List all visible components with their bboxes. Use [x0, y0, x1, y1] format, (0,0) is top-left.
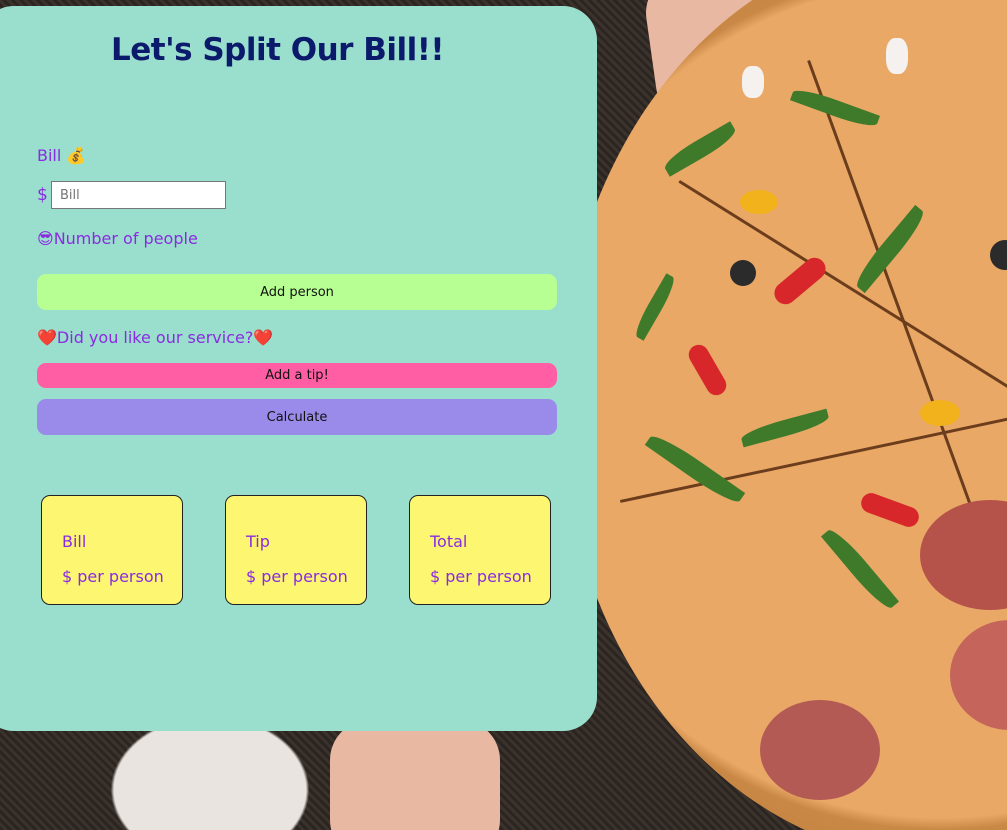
bill-input[interactable]	[51, 181, 226, 209]
bill-label: Bill 💰	[37, 146, 86, 165]
calculate-button[interactable]: Calculate	[37, 399, 557, 435]
bill-per-person-box: Bill $ per person	[41, 495, 183, 605]
pizza-image	[560, 0, 1007, 830]
hand-bottom	[330, 720, 500, 830]
result-value-bill: $ per person	[62, 567, 164, 586]
add-tip-button[interactable]: Add a tip!	[37, 363, 557, 388]
currency-symbol: $	[37, 185, 48, 205]
people-label: 😎Number of people	[37, 229, 198, 248]
result-title-tip: Tip	[246, 532, 270, 551]
page-title: Let's Split Our Bill!!	[111, 32, 445, 68]
sunglasses-face-icon: 😎	[37, 229, 54, 248]
total-per-person-box: Total $ per person	[409, 495, 551, 605]
people-label-text: Number of people	[53, 229, 198, 248]
tip-question-text: Did you like our service?	[56, 328, 254, 347]
money-bag-icon: 💰	[66, 146, 87, 165]
heart-icon: ❤️	[37, 328, 57, 347]
bill-label-text: Bill	[37, 146, 62, 165]
heart-icon: ❤️	[253, 328, 274, 347]
add-person-button[interactable]: Add person	[37, 274, 557, 310]
tip-question: ❤️Did you like our service?❤️	[37, 328, 273, 347]
result-value-tip: $ per person	[246, 567, 348, 586]
result-value-total: $ per person	[430, 567, 532, 586]
result-title-bill: Bill	[62, 532, 87, 551]
tip-per-person-box: Tip $ per person	[225, 495, 367, 605]
result-title-total: Total	[430, 532, 468, 551]
